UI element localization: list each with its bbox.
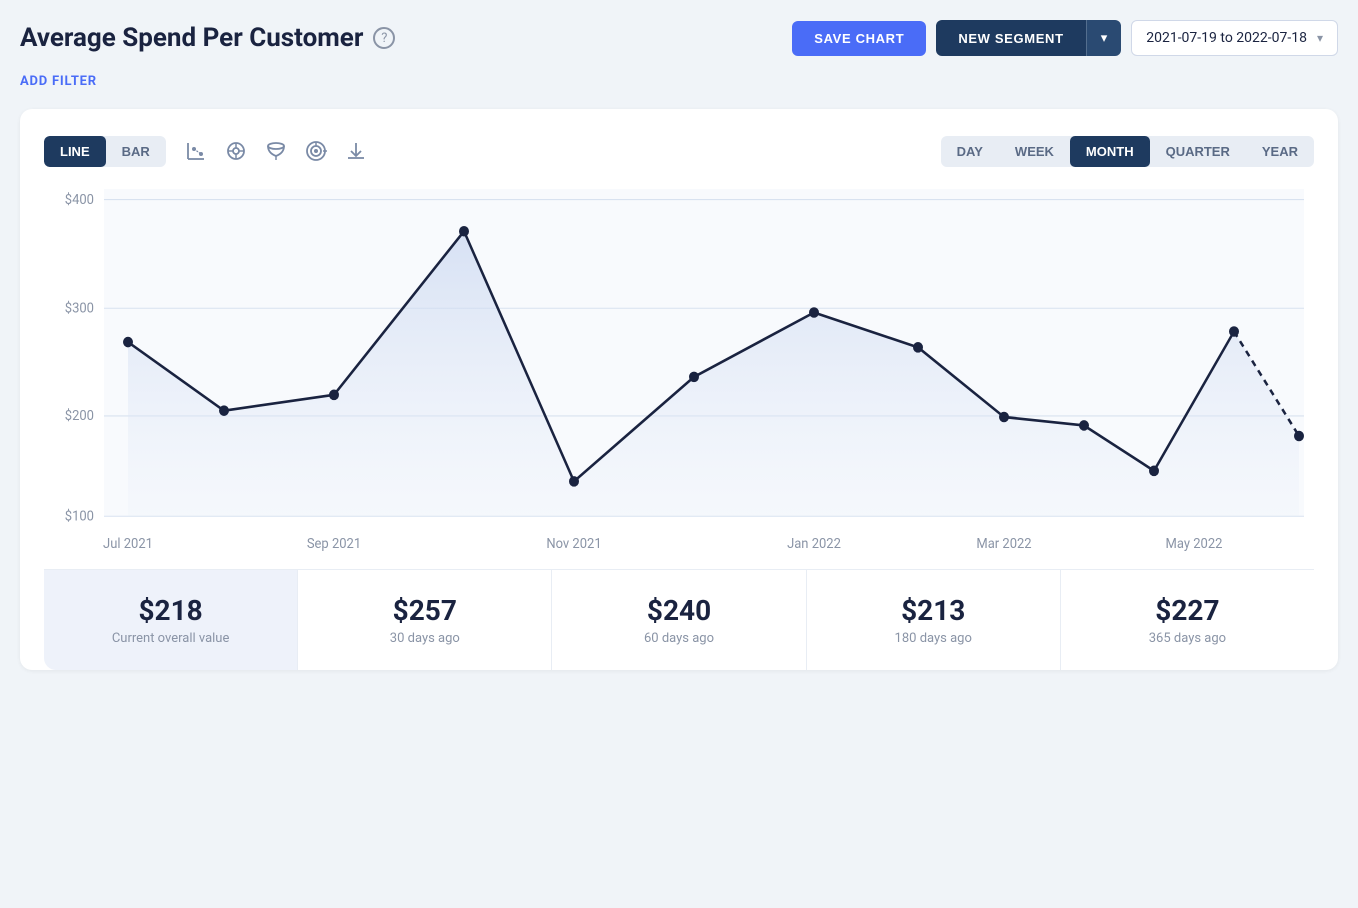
chart-type-line-button[interactable]: LINE <box>44 136 106 167</box>
stat-180days: $213 180 days ago <box>807 570 1061 670</box>
svg-text:May 2022: May 2022 <box>1166 537 1223 552</box>
target-icon[interactable] <box>298 133 334 169</box>
page-container: Average Spend Per Customer ? SAVE CHART … <box>20 20 1338 670</box>
page-title: Average Spend Per Customer <box>20 23 363 53</box>
date-range-text: 2021-07-19 to 2022-07-18 <box>1146 30 1307 46</box>
svg-text:Nov 2021: Nov 2021 <box>546 537 601 552</box>
stat-30days-label: 30 days ago <box>318 631 531 646</box>
chart-type-bar-button[interactable]: BAR <box>106 136 166 167</box>
chart-svg: $400 $300 $200 $100 <box>44 189 1314 569</box>
stat-30days-value: $257 <box>318 594 531 627</box>
chart-toolbar: LINE BAR <box>44 133 1314 169</box>
date-range-selector[interactable]: 2021-07-19 to 2022-07-18 ▾ <box>1131 20 1338 56</box>
chart-settings-icon[interactable] <box>218 133 254 169</box>
chart-type-group: LINE BAR <box>44 136 166 167</box>
svg-text:Mar 2022: Mar 2022 <box>976 537 1032 552</box>
svg-text:Sep 2021: Sep 2021 <box>307 537 361 552</box>
chart-toolbar-left: LINE BAR <box>44 133 374 169</box>
time-quarter-button[interactable]: QUARTER <box>1150 136 1246 167</box>
svg-text:$400: $400 <box>65 192 94 207</box>
header-right: SAVE CHART NEW SEGMENT ▾ 2021-07-19 to 2… <box>792 20 1338 56</box>
chart-area: $400 $300 $200 $100 <box>44 189 1314 569</box>
stat-current-label: Current overall value <box>64 631 277 646</box>
stat-365days: $227 365 days ago <box>1061 570 1314 670</box>
stat-60days: $240 60 days ago <box>552 570 806 670</box>
save-chart-button[interactable]: SAVE CHART <box>792 21 926 56</box>
new-segment-group: NEW SEGMENT ▾ <box>936 20 1121 56</box>
time-month-button[interactable]: MONTH <box>1070 136 1150 167</box>
stats-row: $218 Current overall value $257 30 days … <box>44 569 1314 670</box>
stat-365days-label: 365 days ago <box>1081 631 1294 646</box>
time-week-button[interactable]: WEEK <box>999 136 1070 167</box>
svg-text:$200: $200 <box>65 409 94 424</box>
chart-toolbar-icons <box>178 133 374 169</box>
svg-text:$100: $100 <box>65 509 94 524</box>
header-left: Average Spend Per Customer ? <box>20 23 395 53</box>
svg-text:Jul 2021: Jul 2021 <box>103 537 153 552</box>
funnel-icon[interactable] <box>258 133 294 169</box>
svg-text:$300: $300 <box>65 301 94 316</box>
new-segment-button[interactable]: NEW SEGMENT <box>936 20 1085 56</box>
axes-icon[interactable] <box>178 133 214 169</box>
stat-30days: $257 30 days ago <box>298 570 552 670</box>
stat-180days-value: $213 <box>827 594 1040 627</box>
time-year-button[interactable]: YEAR <box>1246 136 1314 167</box>
help-icon[interactable]: ? <box>373 27 395 49</box>
chart-card: LINE BAR <box>20 109 1338 670</box>
stat-current-value: $218 <box>64 594 277 627</box>
stat-60days-value: $240 <box>572 594 785 627</box>
stat-365days-value: $227 <box>1081 594 1294 627</box>
stat-current: $218 Current overall value <box>44 570 298 670</box>
download-icon[interactable] <box>338 133 374 169</box>
date-range-chevron-icon: ▾ <box>1317 31 1323 45</box>
add-filter-button[interactable]: ADD FILTER <box>20 74 1338 89</box>
stat-180days-label: 180 days ago <box>827 631 1040 646</box>
time-day-button[interactable]: DAY <box>941 136 999 167</box>
header: Average Spend Per Customer ? SAVE CHART … <box>20 20 1338 56</box>
new-segment-dropdown-button[interactable]: ▾ <box>1086 20 1122 56</box>
time-period-group: DAY WEEK MONTH QUARTER YEAR <box>941 136 1314 167</box>
svg-text:Jan 2022: Jan 2022 <box>787 537 841 552</box>
stat-60days-label: 60 days ago <box>572 631 785 646</box>
